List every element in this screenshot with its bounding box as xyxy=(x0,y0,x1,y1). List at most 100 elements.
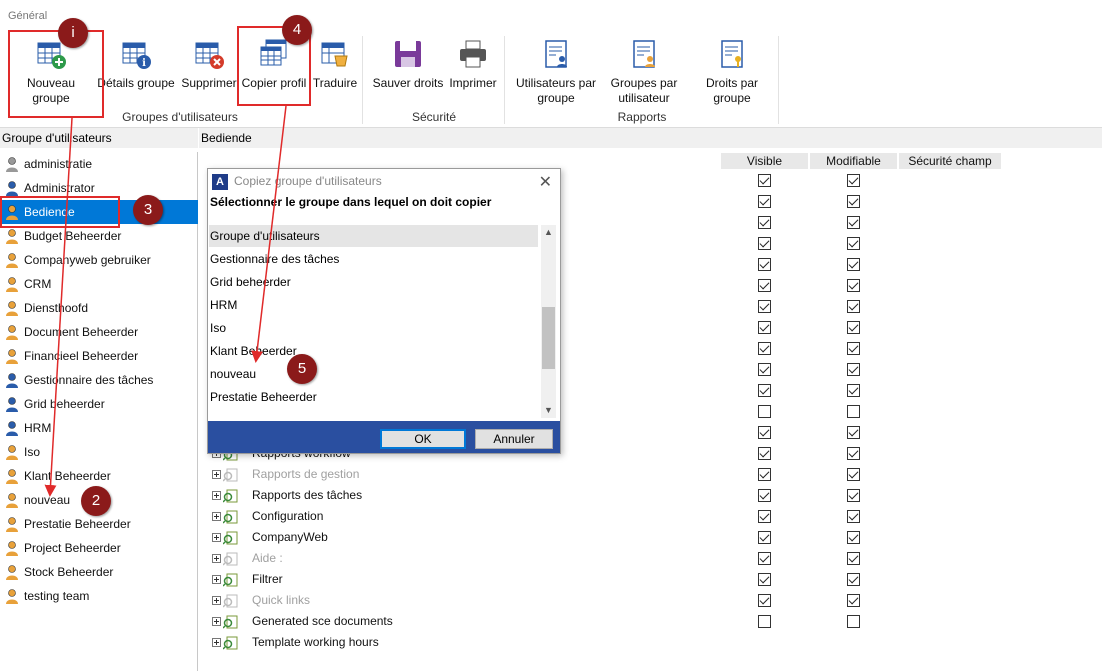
visible-checkbox[interactable] xyxy=(758,300,771,313)
visible-checkbox[interactable] xyxy=(758,195,771,208)
list-item[interactable]: nouveau xyxy=(210,363,256,385)
list-item[interactable]: Iso xyxy=(0,440,198,464)
tree-row[interactable]: Aide : xyxy=(212,548,283,569)
list-item[interactable]: Stock Beheerder xyxy=(0,560,198,584)
list-item[interactable]: Grid beheerder xyxy=(0,392,198,416)
list-item[interactable]: Gestionnaire des tâches xyxy=(210,248,339,270)
expand-icon[interactable] xyxy=(212,512,221,522)
modifiable-checkbox[interactable] xyxy=(847,237,860,250)
modifiable-checkbox[interactable] xyxy=(847,342,860,355)
column-header-visible[interactable]: Visible xyxy=(721,153,808,169)
tree-row[interactable]: Configuration xyxy=(212,506,323,527)
visible-checkbox[interactable] xyxy=(758,405,771,418)
modifiable-checkbox[interactable] xyxy=(847,426,860,439)
ok-button[interactable]: OK xyxy=(380,429,466,449)
expand-icon[interactable] xyxy=(212,470,221,480)
list-item[interactable]: HRM xyxy=(0,416,198,440)
modifiable-checkbox[interactable] xyxy=(847,573,860,586)
column-header-field-security[interactable]: Sécurité champ xyxy=(899,153,1001,169)
list-item[interactable]: Companyweb gebruiker xyxy=(0,248,198,272)
visible-checkbox[interactable] xyxy=(758,615,771,628)
dialog-scrollbar[interactable]: ▲ ▼ xyxy=(541,225,556,418)
modifiable-checkbox[interactable] xyxy=(847,468,860,481)
modifiable-checkbox[interactable] xyxy=(847,363,860,376)
expand-icon[interactable] xyxy=(212,533,221,543)
visible-checkbox[interactable] xyxy=(758,510,771,523)
list-item[interactable]: Iso xyxy=(210,317,226,339)
visible-checkbox[interactable] xyxy=(758,426,771,439)
visible-checkbox[interactable] xyxy=(758,258,771,271)
visible-checkbox[interactable] xyxy=(758,468,771,481)
modifiable-checkbox[interactable] xyxy=(847,447,860,460)
visible-checkbox[interactable] xyxy=(758,216,771,229)
close-icon[interactable]: ✕ xyxy=(539,172,552,192)
list-item[interactable]: testing team xyxy=(0,584,198,608)
modifiable-checkbox[interactable] xyxy=(847,384,860,397)
visible-checkbox[interactable] xyxy=(758,174,771,187)
groups-per-user-button[interactable]: Groupes par utilisateur xyxy=(604,38,684,106)
list-item[interactable]: Klant Beheerder xyxy=(210,340,297,362)
visible-checkbox[interactable] xyxy=(758,447,771,460)
tree-row[interactable]: Generated sce documents xyxy=(212,611,393,632)
modifiable-checkbox[interactable] xyxy=(847,195,860,208)
list-item[interactable]: Groupe d'utilisateurs xyxy=(209,225,538,247)
list-item[interactable]: Document Beheerder xyxy=(0,320,198,344)
list-item[interactable]: Grid beheerder xyxy=(210,271,291,293)
modifiable-checkbox[interactable] xyxy=(847,258,860,271)
scroll-down-icon[interactable]: ▼ xyxy=(541,403,556,418)
tree-row[interactable]: Filtrer xyxy=(212,569,283,590)
modifiable-checkbox[interactable] xyxy=(847,615,860,628)
scroll-thumb[interactable] xyxy=(542,307,555,369)
list-item[interactable]: Prestatie Beheerder xyxy=(210,386,317,408)
users-per-group-button[interactable]: Utilisateurs par groupe xyxy=(512,38,600,106)
visible-checkbox[interactable] xyxy=(758,531,771,544)
group-details-button[interactable]: i Détails groupe xyxy=(96,38,176,91)
scroll-up-icon[interactable]: ▲ xyxy=(541,225,556,240)
modifiable-checkbox[interactable] xyxy=(847,489,860,502)
visible-checkbox[interactable] xyxy=(758,594,771,607)
visible-checkbox[interactable] xyxy=(758,363,771,376)
list-item[interactable]: Diensthoofd xyxy=(0,296,198,320)
tree-row[interactable]: Template working hours xyxy=(212,632,379,653)
list-item[interactable]: Financieel Beheerder xyxy=(0,344,198,368)
expand-icon[interactable] xyxy=(212,554,221,564)
visible-checkbox[interactable] xyxy=(758,384,771,397)
list-item[interactable]: CRM xyxy=(0,272,198,296)
visible-checkbox[interactable] xyxy=(758,552,771,565)
modifiable-checkbox[interactable] xyxy=(847,531,860,544)
modifiable-checkbox[interactable] xyxy=(847,174,860,187)
visible-checkbox[interactable] xyxy=(758,237,771,250)
tree-row[interactable]: Rapports des tâches xyxy=(212,485,362,506)
modifiable-checkbox[interactable] xyxy=(847,405,860,418)
expand-icon[interactable] xyxy=(212,491,221,501)
column-header-modifiable[interactable]: Modifiable xyxy=(810,153,897,169)
tree-row[interactable]: Quick links xyxy=(212,590,310,611)
cancel-button[interactable]: Annuler xyxy=(475,429,553,449)
modifiable-checkbox[interactable] xyxy=(847,216,860,229)
modifiable-checkbox[interactable] xyxy=(847,552,860,565)
user-group-list[interactable]: administratie Administrator Bediende Budget… xyxy=(0,152,198,671)
list-item[interactable]: administratie xyxy=(0,152,198,176)
list-item[interactable]: Gestionnaire des tâches xyxy=(0,368,198,392)
visible-checkbox[interactable] xyxy=(758,489,771,502)
modifiable-checkbox[interactable] xyxy=(847,300,860,313)
visible-checkbox[interactable] xyxy=(758,279,771,292)
tree-row[interactable]: CompanyWeb xyxy=(212,527,328,548)
tree-row[interactable]: Rapports de gestion xyxy=(212,464,359,485)
delete-button[interactable]: Supprimer xyxy=(178,38,240,91)
visible-checkbox[interactable] xyxy=(758,573,771,586)
modifiable-checkbox[interactable] xyxy=(847,594,860,607)
modifiable-checkbox[interactable] xyxy=(847,510,860,523)
target-group-list[interactable]: Groupe d'utilisateurs Gestionnaire des tâ… xyxy=(209,225,541,418)
list-item[interactable]: Klant Beheerder xyxy=(0,464,198,488)
expand-icon[interactable] xyxy=(212,638,221,648)
modifiable-checkbox[interactable] xyxy=(847,279,860,292)
translate-button[interactable]: Traduire xyxy=(312,38,358,91)
list-item[interactable]: Project Beheerder xyxy=(0,536,198,560)
visible-checkbox[interactable] xyxy=(758,342,771,355)
expand-icon[interactable] xyxy=(212,617,221,627)
print-button[interactable]: Imprimer xyxy=(446,38,500,91)
list-item[interactable]: HRM xyxy=(210,294,237,316)
modifiable-checkbox[interactable] xyxy=(847,321,860,334)
visible-checkbox[interactable] xyxy=(758,321,771,334)
